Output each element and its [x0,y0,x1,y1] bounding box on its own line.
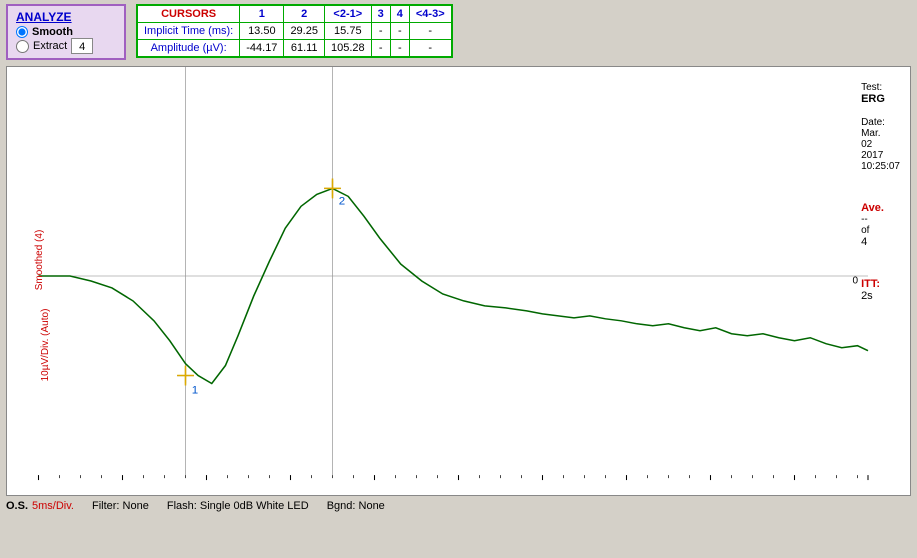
date-year: 2017 [861,150,900,161]
col-header-3: 3 [371,5,390,23]
extract-label: Extract [33,40,67,52]
extract-radio[interactable] [16,40,29,53]
cursors-header: CURSORS [137,5,240,23]
date-value: Mar. [861,128,900,139]
date-day: 02 [861,139,900,150]
status-filter: Filter: None [92,500,149,512]
analyze-panel: ANALYZE Smooth Extract 4 [6,4,126,60]
col-header-4-3: <4-3> [409,5,451,23]
status-bar: O.S. 5ms/Div. Filter: None Flash: Single… [0,498,917,514]
svg-text:2: 2 [339,196,345,208]
zero-label: 0 [852,276,858,287]
y-axis-scale-label: 10µV/Div. (Auto) [40,309,51,382]
chart-area: Smoothed (4) 10µV/Div. (Auto) Test: ERG … [6,66,911,496]
it-c4: - [390,23,409,40]
col-header-2-1: <2-1> [324,5,371,23]
amp-c4: - [390,40,409,58]
it-c21: 15.75 [324,23,371,40]
test-value: ERG [861,93,900,105]
os-label: O.S. [6,500,28,512]
col-header-2: 2 [284,5,325,23]
ave-dashes: -- [861,214,900,225]
col-header-4: 4 [390,5,409,23]
date-time: 10:25:07 [861,161,900,172]
status-flash: Flash: Single 0dB White LED [167,500,309,512]
amplitude-row: Amplitude (µV): -44.17 61.11 105.28 - - … [137,40,452,58]
ave-of: of [861,225,900,236]
amp-c3: - [371,40,390,58]
col-header-1: 1 [240,5,284,23]
itt-value: 2s [861,290,900,302]
svg-text:1: 1 [192,385,198,397]
it-c43: - [409,23,451,40]
right-info-panel: Test: ERG Date: Mar. 02 2017 10:25:07 Av… [861,82,900,302]
analyze-title: ANALYZE [16,10,116,24]
amplitude-label: Amplitude (µV): [137,40,240,58]
cursors-table: CURSORS 1 2 <2-1> 3 4 <4-3> Implicit Tim… [136,4,453,58]
smooth-label: Smooth [32,26,73,38]
test-label: Test: [861,82,900,93]
ave-label: Ave. [861,202,900,214]
status-bgnd: Bgnd: None [327,500,385,512]
implicit-time-label: Implicit Time (ms): [137,23,240,40]
extract-number[interactable]: 4 [71,38,93,54]
itt-label: ITT: [861,278,900,290]
implicit-time-row: Implicit Time (ms): 13.50 29.25 15.75 - … [137,23,452,40]
amp-c2: 61.11 [284,40,325,58]
it-c3: - [371,23,390,40]
amp-c1: -44.17 [240,40,284,58]
it-c2: 29.25 [284,23,325,40]
amp-c43: - [409,40,451,58]
it-c1: 13.50 [240,23,284,40]
y-axis-smoothed-label: Smoothed (4) [34,229,45,290]
status-5ms: 5ms/Div. [32,500,74,512]
amp-c21: 105.28 [324,40,371,58]
date-label: Date: [861,117,900,128]
smooth-radio[interactable] [16,26,28,38]
waveform-chart: 1 2 [7,67,910,495]
ave-count: 4 [861,236,900,248]
